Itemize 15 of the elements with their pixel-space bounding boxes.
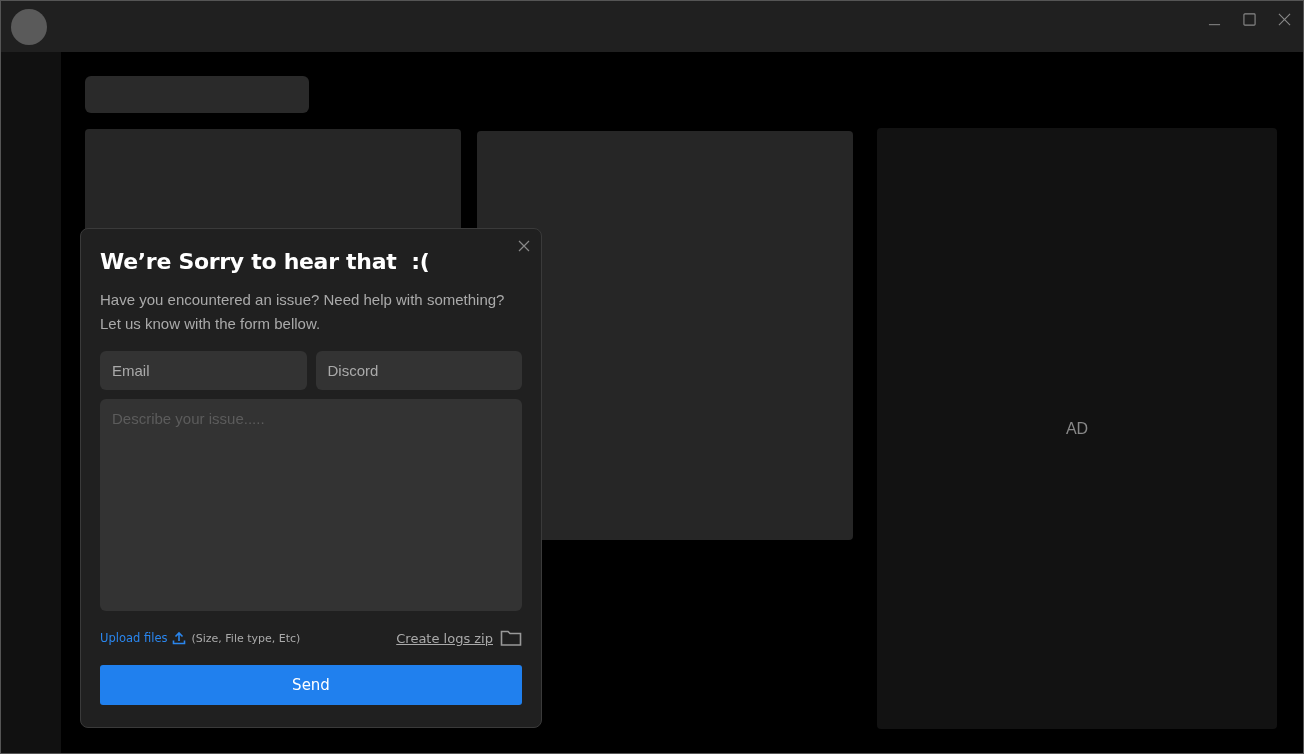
text-field[interactable]: Email xyxy=(100,351,307,390)
avatar-icon[interactable] xyxy=(11,8,47,45)
folder-icon[interactable] xyxy=(500,629,522,647)
upload-files-link[interactable]: Upload files xyxy=(100,631,168,645)
upload-icon[interactable] xyxy=(172,631,187,645)
close-icon[interactable] xyxy=(518,240,530,252)
close-icon[interactable] xyxy=(1278,13,1291,26)
upload-hint: (Size, File type, Etc) xyxy=(191,631,301,645)
dialog-description: Have you encountered an issue? Need help with something? Let us know with the form bellow. xyxy=(100,290,506,334)
dialog-title: We’re Sorry to hear that :( xyxy=(100,249,431,274)
maximize-icon[interactable] xyxy=(1243,13,1256,26)
send-button[interactable]: Send xyxy=(100,665,522,705)
ad-label: AD xyxy=(1065,419,1089,438)
text-field[interactable]: Discord xyxy=(315,351,522,390)
create-logs-link[interactable]: Create logs zip xyxy=(396,630,493,646)
